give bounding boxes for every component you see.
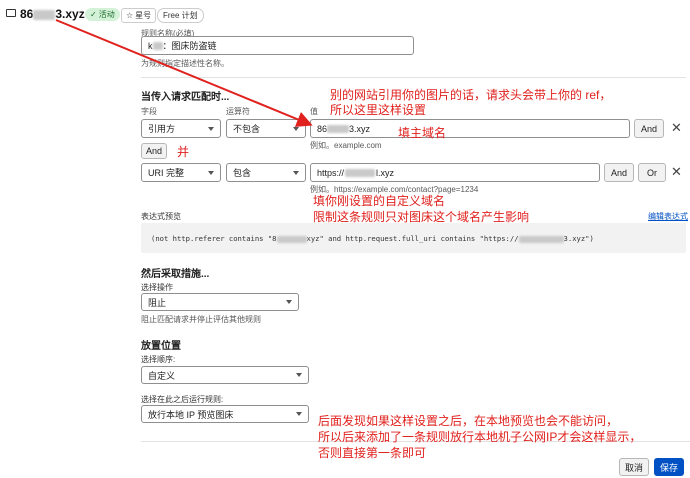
annotation-arrow [55,19,313,127]
